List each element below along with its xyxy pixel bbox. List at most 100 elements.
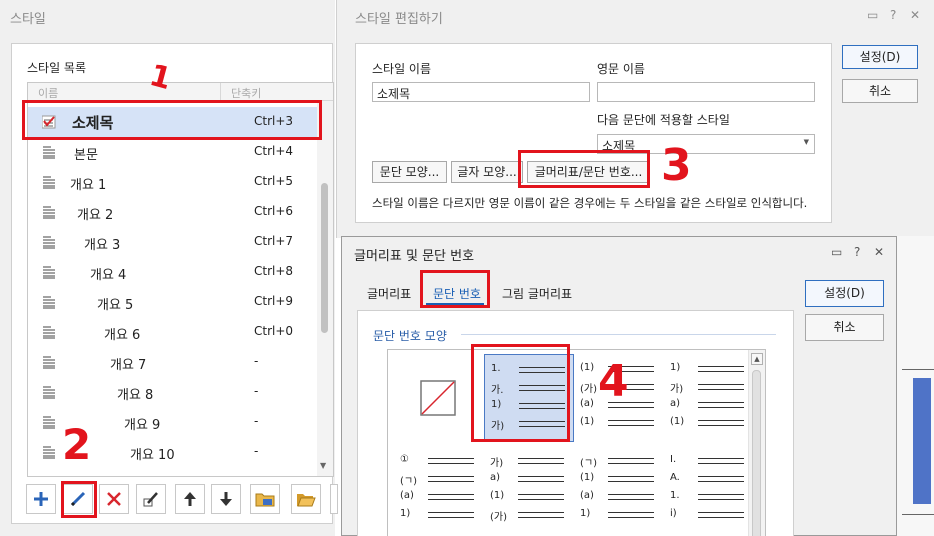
scroll-down-icon[interactable]: ▼ xyxy=(320,461,330,471)
numbering-format-option[interactable]: I. A. 1. i) xyxy=(664,446,754,534)
import-style-button[interactable] xyxy=(250,484,280,514)
format-line xyxy=(608,458,654,459)
format-label: (a) xyxy=(400,490,414,501)
format-line xyxy=(698,420,744,421)
char-shape-button[interactable]: 글자 모양... xyxy=(451,161,523,183)
annotation-2: 2 xyxy=(62,420,92,469)
numbering-format-option[interactable]: 가) a) (1) (가) xyxy=(484,446,574,534)
paragraph-style-icon xyxy=(42,265,56,279)
format-line xyxy=(428,481,474,482)
bn-cancel-button[interactable]: 취소 xyxy=(805,314,884,341)
delete-x-icon xyxy=(105,490,123,508)
column-divider[interactable] xyxy=(220,83,221,101)
paragraph-style-icon xyxy=(42,175,56,189)
style-shortcut: Ctrl+4 xyxy=(254,144,294,158)
format-line xyxy=(608,494,654,495)
format-label: 1. xyxy=(670,490,680,501)
format-label: (1) xyxy=(490,490,505,501)
format-line xyxy=(698,463,744,464)
move-down-button[interactable] xyxy=(211,484,241,514)
format-label: (a) xyxy=(580,490,594,501)
format-line xyxy=(428,494,474,495)
help-topics-icon[interactable]: ▭ xyxy=(867,8,878,22)
annotation-3: 3 xyxy=(661,140,692,191)
tab-bullets[interactable]: 글머리표 xyxy=(367,285,411,302)
style-name: 개요 5 xyxy=(97,298,134,313)
english-name-input[interactable] xyxy=(597,82,815,102)
close-icon[interactable]: ✕ xyxy=(910,8,920,22)
numbering-format-option[interactable]: ① (ㄱ) (a) 1) xyxy=(394,446,484,534)
style-row[interactable]: 개요 4 Ctrl+8 xyxy=(28,257,318,287)
paragraph-style-icon xyxy=(42,415,56,429)
format-line xyxy=(698,407,744,408)
numbering-format-option[interactable]: 1) 가) a) (1) xyxy=(664,354,754,442)
format-line xyxy=(608,476,654,477)
format-label: I. xyxy=(670,454,677,465)
style-row[interactable]: 개요 3 Ctrl+7 xyxy=(28,227,318,257)
annotation-box-tab xyxy=(420,270,490,308)
numbering-format-option[interactable]: (ㄱ) (1) (a) 1) xyxy=(574,446,664,534)
column-header-shortcut[interactable]: 단축키 xyxy=(231,85,261,101)
dropdown-arrow-icon[interactable]: ▼ xyxy=(804,138,809,146)
style-name: 개요 8 xyxy=(117,388,154,403)
arrow-up-icon xyxy=(181,490,199,508)
style-note: 스타일 이름은 다르지만 영문 이름이 같은 경우에는 두 스타일을 같은 스타… xyxy=(372,196,808,210)
style-name: 개요 1 xyxy=(70,178,107,193)
format-line xyxy=(428,499,474,500)
style-list-label: 스타일 목록 xyxy=(27,61,87,75)
scroll-up-icon[interactable]: ▲ xyxy=(751,353,763,365)
style-shortcut: Ctrl+7 xyxy=(254,234,294,248)
format-line xyxy=(608,499,654,500)
close-icon[interactable]: ✕ xyxy=(874,245,884,259)
style-row[interactable]: 개요 6 Ctrl+0 xyxy=(28,317,318,347)
gallery-scroll-thumb[interactable] xyxy=(752,370,761,536)
style-name: 개요 10 xyxy=(130,448,175,463)
style-row[interactable]: 개요 7 - xyxy=(28,347,318,377)
style-name: 개요 9 xyxy=(124,418,161,433)
annotation-box-3 xyxy=(518,150,650,188)
no-numbering-icon xyxy=(420,380,456,419)
format-line xyxy=(608,517,654,518)
move-up-button[interactable] xyxy=(175,484,205,514)
save-style-button[interactable] xyxy=(330,484,338,514)
format-line xyxy=(428,517,474,518)
numbering-format-gallery[interactable]: 1. 가. 1) 가) (1) (가) (a) (1) 1) 가) a) (1) ① (ㄱ) (a) 1) 가)… xyxy=(387,349,766,536)
annotation-box-1 xyxy=(22,100,322,140)
format-line xyxy=(698,458,744,459)
style-shortcut: - xyxy=(254,384,259,398)
edit-ok-button[interactable]: 설정(D) xyxy=(842,45,918,69)
bn-ok-button[interactable]: 설정(D) xyxy=(805,280,884,307)
format-label: a) xyxy=(490,472,501,483)
help-icon[interactable]: ? xyxy=(890,8,896,22)
edit-dialog-title: 스타일 편집하기 xyxy=(355,12,443,27)
annotation-box-4 xyxy=(471,344,570,442)
open-folder-button[interactable] xyxy=(291,484,321,514)
format-label: 가) xyxy=(670,384,684,395)
add-style-button[interactable] xyxy=(26,484,56,514)
format-line xyxy=(428,476,474,477)
format-line xyxy=(608,420,654,421)
style-name-input[interactable]: 소제목 xyxy=(372,82,590,102)
format-line xyxy=(698,494,744,495)
help-icon[interactable]: ? xyxy=(854,245,860,259)
help-topics-icon[interactable]: ▭ xyxy=(831,245,842,259)
paragraph-style-icon xyxy=(42,205,56,219)
style-shortcut: - xyxy=(254,444,259,458)
column-header-name[interactable]: 이름 xyxy=(38,85,58,101)
format-line xyxy=(518,499,564,500)
paragraph-style-icon xyxy=(42,145,56,159)
style-row[interactable]: 개요 2 Ctrl+6 xyxy=(28,197,318,227)
delete-style-button[interactable] xyxy=(99,484,129,514)
style-row[interactable]: 개요 1 Ctrl+5 xyxy=(28,167,318,197)
list-scroll-thumb[interactable] xyxy=(321,183,328,333)
tab-picture-bullets[interactable]: 그림 글머리표 xyxy=(502,285,572,302)
paragraph-shape-button[interactable]: 문단 모양... xyxy=(372,161,447,183)
style-list[interactable]: 이름 단축키 소제목 Ctrl+3 본문 Ctrl+4 개요 1 Ctrl+5 개요 2 Ct… xyxy=(27,82,334,477)
style-row[interactable]: 개요 8 - xyxy=(28,377,318,407)
rename-style-button[interactable] xyxy=(136,484,166,514)
edit-cancel-button[interactable]: 취소 xyxy=(842,79,918,103)
style-row[interactable]: 개요 5 Ctrl+9 xyxy=(28,287,318,317)
style-row[interactable]: 본문 Ctrl+4 xyxy=(28,137,318,167)
style-dialog-title: 스타일 xyxy=(10,12,46,27)
format-line xyxy=(518,481,564,482)
